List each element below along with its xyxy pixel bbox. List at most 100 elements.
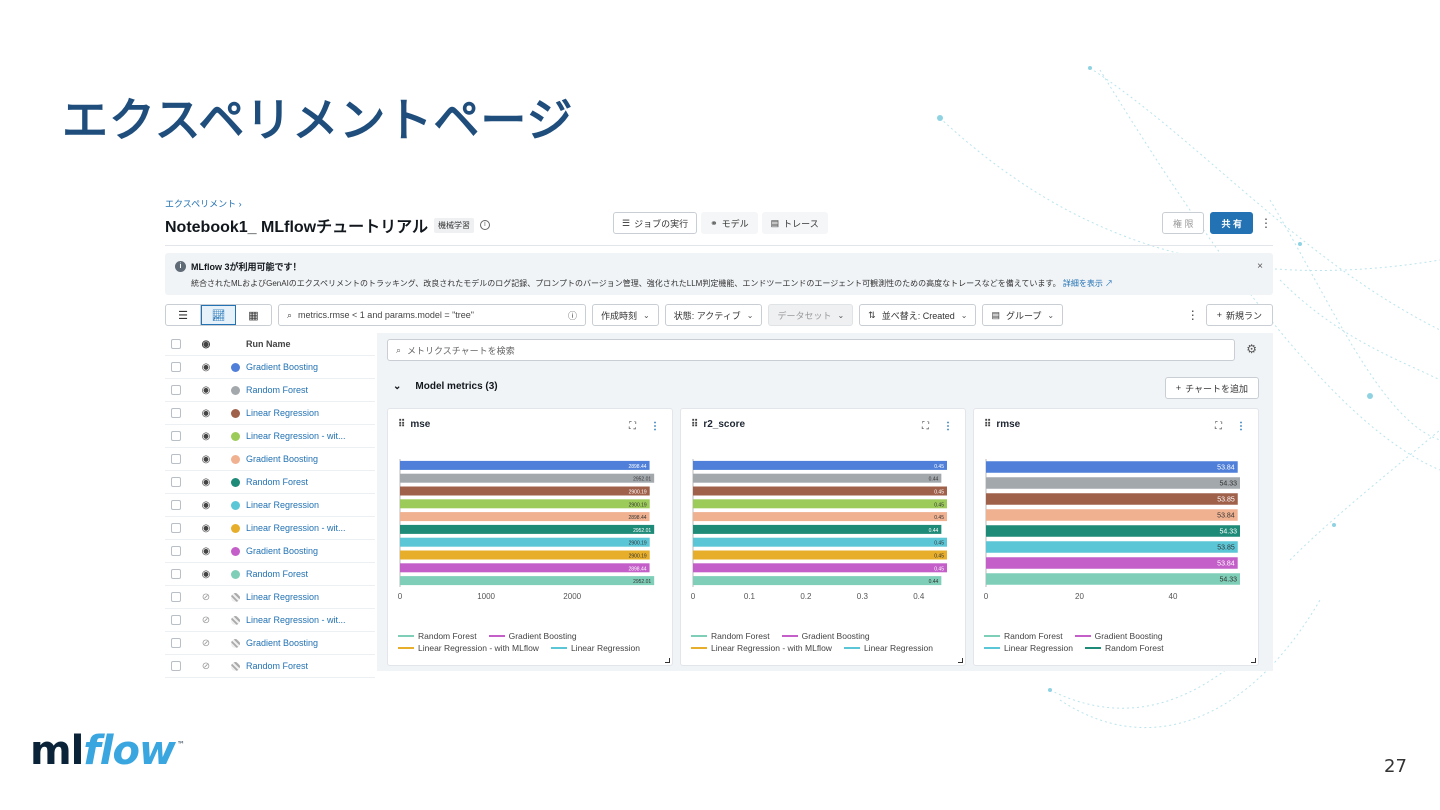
legend-item[interactable]: Random Forest <box>691 631 770 641</box>
eye-off-icon[interactable]: ⊘ <box>189 638 223 649</box>
row-checkbox[interactable] <box>171 408 181 418</box>
fullscreen-icon[interactable]: ⛶ <box>629 421 636 432</box>
table-row[interactable]: ◉ Linear Regression - wit... <box>165 517 375 540</box>
legend-item[interactable]: Linear Regression <box>550 643 640 653</box>
select-all-checkbox[interactable] <box>171 339 181 349</box>
table-row[interactable]: ⊘ Gradient Boosting <box>165 632 375 655</box>
run-color-dot[interactable] <box>231 408 240 418</box>
runs-search-input[interactable]: ⌕ metrics.rmse < 1 and params.model = "t… <box>278 304 586 326</box>
row-checkbox[interactable] <box>171 477 181 487</box>
legend-item[interactable]: Linear Regression - with MLflow <box>398 643 539 653</box>
bar[interactable] <box>986 509 1238 521</box>
table-row[interactable]: ◉ Gradient Boosting <box>165 540 375 563</box>
bar[interactable] <box>693 486 947 496</box>
tab-models[interactable]: ⚭ モデル <box>701 212 758 234</box>
more-options-icon[interactable]: ⋮ <box>1259 216 1273 230</box>
dataset-dropdown[interactable]: データセット ⌄ <box>768 304 854 326</box>
tab-traces[interactable]: ▤ トレース <box>761 212 828 234</box>
new-run-button[interactable]: + 新規ラン <box>1205 304 1273 326</box>
chart-card-mse[interactable]: ⠿ mse ⛶ ⋮ 2898.44 2952.01 2900.19 2900.19 2898.4… <box>387 408 673 666</box>
run-color-dot[interactable] <box>231 638 240 648</box>
run-color-dot[interactable] <box>231 546 240 556</box>
group-dropdown[interactable]: ▤ グループ ⌄ <box>982 304 1064 326</box>
resize-handle[interactable] <box>1251 658 1256 663</box>
bar[interactable] <box>693 460 947 470</box>
bar[interactable] <box>400 550 650 560</box>
legend-item[interactable]: Gradient Boosting <box>1074 631 1163 641</box>
bar[interactable] <box>986 573 1240 585</box>
row-checkbox[interactable] <box>171 385 181 395</box>
chart-card-rmse[interactable]: ⠿ rmse ⛶ ⋮ 53.84 54.33 53.85 53.84 54.33 53.85 53.… <box>973 408 1259 666</box>
run-name-link[interactable]: Linear Regression <box>246 500 319 510</box>
run-name-link[interactable]: Linear Regression - wit... <box>246 523 346 533</box>
eye-off-icon[interactable]: ⊘ <box>189 661 223 672</box>
run-color-dot[interactable] <box>231 431 240 441</box>
run-name-link[interactable]: Linear Regression - wit... <box>246 431 346 441</box>
bar[interactable] <box>693 563 947 573</box>
eye-icon[interactable]: ◉ <box>189 454 223 465</box>
bar[interactable] <box>693 550 947 560</box>
run-color-dot[interactable] <box>231 362 240 372</box>
run-name-link[interactable]: Gradient Boosting <box>246 638 318 648</box>
row-checkbox[interactable] <box>171 569 181 579</box>
table-view-icon[interactable]: ▦ <box>236 305 271 325</box>
list-view-icon[interactable]: ☰ <box>166 305 201 325</box>
legend-item[interactable]: Gradient Boosting <box>488 631 577 641</box>
bar[interactable] <box>693 512 947 522</box>
info-icon[interactable]: ⓘ <box>568 309 577 322</box>
eye-icon[interactable]: ◉ <box>189 408 223 419</box>
close-icon[interactable]: × <box>1257 261 1263 272</box>
share-button[interactable]: 共 有 <box>1210 212 1253 234</box>
eye-icon[interactable]: ◉ <box>189 500 223 511</box>
eye-icon[interactable]: ◉ <box>189 523 223 534</box>
run-name-link[interactable]: Gradient Boosting <box>246 362 318 372</box>
more-options-icon[interactable]: ⋮ <box>1186 308 1200 322</box>
legend-item[interactable]: Gradient Boosting <box>781 631 870 641</box>
bar[interactable] <box>400 563 650 573</box>
created-time-dropdown[interactable]: 作成時刻 ⌄ <box>592 304 659 326</box>
bar[interactable] <box>986 493 1238 505</box>
resize-handle[interactable] <box>665 658 670 663</box>
run-color-dot[interactable] <box>231 569 240 579</box>
chevron-down-icon[interactable]: ⌄ <box>393 381 401 392</box>
row-checkbox[interactable] <box>171 431 181 441</box>
eye-icon[interactable]: ◉ <box>189 431 223 442</box>
bar[interactable] <box>400 460 650 470</box>
table-row[interactable]: ⊘ Random Forest <box>165 655 375 678</box>
eye-icon[interactable]: ◉ <box>189 385 223 396</box>
more-options-icon[interactable]: ⋮ <box>943 421 953 432</box>
add-chart-button[interactable]: + チャートを追加 <box>1164 377 1259 399</box>
run-name-link[interactable]: Gradient Boosting <box>246 546 318 556</box>
bar[interactable] <box>693 576 942 586</box>
banner-details-link[interactable]: 詳細を表示 ↗ <box>1063 279 1113 288</box>
column-header-run-name[interactable]: Run Name <box>246 339 291 349</box>
legend-item[interactable]: Linear Regression <box>843 643 933 653</box>
table-row[interactable]: ◉ Linear Regression - wit... <box>165 425 375 448</box>
run-color-dot[interactable] <box>231 385 240 395</box>
run-name-link[interactable]: Linear Regression - wit... <box>246 615 346 625</box>
row-checkbox[interactable] <box>171 454 181 464</box>
fullscreen-icon[interactable]: ⛶ <box>1215 421 1222 432</box>
more-options-icon[interactable]: ⋮ <box>650 421 660 432</box>
bar[interactable] <box>400 486 650 496</box>
row-checkbox[interactable] <box>171 500 181 510</box>
run-name-link[interactable]: Gradient Boosting <box>246 454 318 464</box>
eye-icon[interactable]: ◉ <box>189 477 223 488</box>
run-color-dot[interactable] <box>231 615 240 625</box>
table-row[interactable]: ◉ Random Forest <box>165 379 375 402</box>
drag-handle-icon[interactable]: ⠿ <box>691 419 698 430</box>
table-row[interactable]: ⊘ Linear Regression <box>165 586 375 609</box>
run-name-link[interactable]: Linear Regression <box>246 592 319 602</box>
more-options-icon[interactable]: ⋮ <box>1236 421 1246 432</box>
row-checkbox[interactable] <box>171 615 181 625</box>
row-checkbox[interactable] <box>171 546 181 556</box>
legend-item[interactable]: Random Forest <box>1084 643 1164 653</box>
run-name-link[interactable]: Random Forest <box>246 477 308 487</box>
eye-icon[interactable]: ◉ <box>189 362 223 373</box>
table-row[interactable]: ◉ Gradient Boosting <box>165 356 375 379</box>
legend-item[interactable]: Linear Regression <box>984 643 1073 653</box>
fullscreen-icon[interactable]: ⛶ <box>922 421 929 432</box>
row-checkbox[interactable] <box>171 592 181 602</box>
run-color-dot[interactable] <box>231 454 240 464</box>
section-header[interactable]: ⌄ Model metrics (3) <box>393 381 498 392</box>
